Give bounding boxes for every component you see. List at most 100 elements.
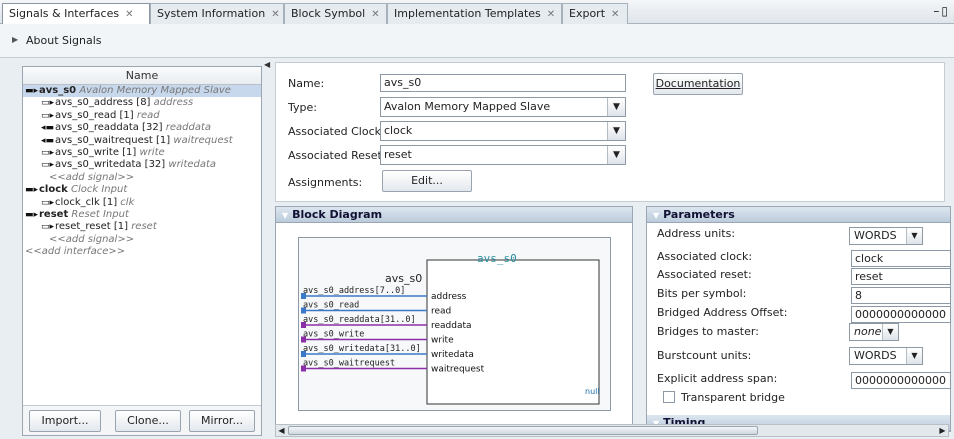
scrollbar-thumb[interactable] (288, 426, 758, 435)
tree-row-signal[interactable]: ▭▸avs_s0_writedata [32] writedata (23, 159, 261, 171)
tree-row-signal[interactable]: ▭▸avs_s0_read [1] read (23, 110, 261, 122)
param-label-bridges-to-master: Bridges to master: (657, 325, 759, 338)
external-signal-label: avs_s0_read (303, 301, 359, 311)
input-port-icon: ▭▸ (41, 222, 55, 233)
signal-endpoint (301, 307, 306, 314)
interface-icon: ▬▸ (25, 209, 39, 220)
type-select[interactable]: Avalon Memory Mapped Slave ▼ (380, 97, 626, 117)
name-label: Name: (288, 77, 325, 90)
block-diagram-svg: avs_s0 avs_s0 null avs_s0_address[7..0]a… (301, 252, 600, 405)
clone-button[interactable]: Clone... (115, 410, 181, 432)
close-icon[interactable]: ✕ (611, 9, 619, 20)
associated-reset-field[interactable]: reset (851, 268, 951, 285)
row-name: avs_s0_writedata [32] (55, 159, 166, 171)
tree-header: Name (23, 67, 261, 85)
address-units-value: WORDS (854, 229, 897, 242)
port-label: read (431, 307, 451, 317)
bridges-to-master-select[interactable]: none ▼ (849, 323, 899, 341)
edit-assignments-button[interactable]: Edit... (382, 170, 472, 192)
associated-reset-label: Associated Reset: (288, 149, 386, 162)
row-name: reset (39, 208, 69, 220)
clock-select-value: clock (384, 124, 413, 137)
tab-label: Block Symbol (291, 7, 366, 20)
port-label: readdata (431, 321, 472, 331)
tree-row-signal[interactable]: ▭▸reset_reset [1] reset (23, 221, 261, 233)
associated-clock-field[interactable]: clock (851, 250, 951, 267)
row-name: reset_reset [1] (55, 221, 128, 233)
tree-row-signal[interactable]: ▭▸clock_clk [1] clk (23, 197, 261, 209)
tree-row-interface[interactable]: ▬▸reset Reset Input (23, 209, 261, 221)
bridged-address-offset-field[interactable]: 0000000000000 (851, 306, 951, 323)
explicit-address-span-field[interactable]: 0000000000000 (851, 372, 951, 389)
burstcount-units-value: WORDS (854, 349, 897, 362)
scroll-left-icon[interactable]: ◀ (276, 425, 287, 436)
burstcount-units-select[interactable]: WORDS ▼ (849, 347, 923, 365)
name-input[interactable]: avs_s0 (380, 74, 626, 92)
close-icon[interactable]: ✕ (547, 9, 555, 20)
input-port-icon: ▭▸ (41, 160, 55, 171)
import-button[interactable]: Import... (29, 410, 101, 432)
chevron-down-icon: ▼ (653, 211, 660, 220)
row-name: avs_s0_address [8] (55, 97, 151, 109)
add-interface-link[interactable]: <<add interface>> (23, 246, 261, 258)
inner-component-label: avs_s0 (385, 272, 422, 285)
add-signal-link[interactable]: <<add signal>> (23, 172, 261, 184)
tree-row-interface[interactable]: ▬▸clock Clock Input (23, 184, 261, 196)
port-label: write (431, 336, 454, 346)
row-name: clock_clk [1] (55, 196, 118, 208)
row-name: avs_s0_waitrequest [1] (55, 134, 171, 146)
add-signal-link[interactable]: <<add signal>> (23, 234, 261, 246)
close-icon[interactable]: ✕ (125, 9, 133, 20)
signal-endpoint (301, 365, 306, 372)
output-port-icon: ◂▬ (41, 135, 55, 146)
mirror-button[interactable]: Mirror... (189, 410, 255, 432)
chevron-down-icon: ▼ (607, 146, 625, 164)
param-label-associated-reset: Associated reset: (657, 268, 752, 281)
row-name: avs_s0_write [1] (55, 146, 137, 158)
component-title: avs_s0 (477, 252, 517, 265)
external-signal-label: avs_s0_writedata[31..0] (303, 344, 421, 354)
parameters-title-bar[interactable]: ▼ Parameters (647, 207, 950, 223)
block-diagram-title-bar[interactable]: ▼ Block Diagram (276, 207, 632, 223)
scroll-right-icon[interactable]: ▶ (937, 425, 948, 436)
param-label-burstcount-units: Burstcount units: (657, 349, 752, 362)
transparent-bridge-checkbox[interactable] (663, 391, 675, 403)
tab-signals-interfaces[interactable]: Signals & Interfaces ✕ (2, 3, 150, 25)
tree-row-signal[interactable]: ◂▬avs_s0_waitrequest [1] waitrequest (23, 135, 261, 147)
documentation-button[interactable]: Documentation (653, 73, 743, 95)
tree-row-signal[interactable]: ▭▸avs_s0_address [8] address (23, 97, 261, 109)
assignments-label: Assignments: (288, 176, 363, 189)
signal-endpoint (301, 293, 306, 299)
tab-export[interactable]: Export ✕ (562, 3, 628, 24)
associated-clock-select[interactable]: clock ▼ (380, 121, 626, 141)
type-select-value: Avalon Memory Mapped Slave (384, 100, 551, 113)
param-label-address-units: Address units: (657, 227, 736, 240)
row-desc: reset (131, 221, 157, 233)
tab-block-symbol[interactable]: Block Symbol ✕ (284, 3, 387, 24)
interface-form: Name: avs_s0 Type: Avalon Memory Mapped … (275, 62, 945, 202)
row-name: avs_s0_read [1] (55, 109, 134, 121)
type-label: Type: (288, 101, 317, 114)
param-label-explicit-address-span: Explicit address span: (657, 372, 778, 385)
associated-clock-label: Associated Clock: (288, 125, 385, 138)
tree-row-signal[interactable]: ◂▬avs_s0_readdata [32] readdata (23, 122, 261, 134)
collapse-left-icon[interactable]: ◀ (264, 60, 270, 72)
horizontal-scrollbar[interactable]: ◀ ▶ (275, 424, 949, 437)
address-units-select[interactable]: WORDS ▼ (849, 227, 923, 245)
close-icon[interactable]: ✕ (271, 9, 279, 20)
tab-bar: Signals & Interfaces ✕ System Information… (0, 0, 954, 25)
about-signals-toggle[interactable]: ▶ About Signals (12, 34, 102, 47)
signal-endpoint (301, 336, 306, 343)
tab-implementation-templates[interactable]: Implementation Templates ✕ (387, 3, 562, 24)
input-port-icon: ▭▸ (41, 98, 55, 109)
maximize-icon[interactable]: ▯ (941, 4, 950, 18)
external-signal-label: avs_s0_write (303, 330, 364, 340)
bits-per-symbol-field[interactable]: 8 (851, 287, 951, 304)
null-label: null (585, 387, 600, 396)
about-bar: ▶ About Signals (0, 24, 954, 58)
tab-system-information[interactable]: System Information ✕ (150, 3, 284, 24)
tree-row-signal[interactable]: ▭▸avs_s0_write [1] write (23, 147, 261, 159)
associated-reset-select[interactable]: reset ▼ (380, 145, 626, 165)
tree-row-interface[interactable]: ▬▸avs_s0 Avalon Memory Mapped Slave (23, 85, 261, 98)
close-icon[interactable]: ✕ (371, 9, 379, 20)
